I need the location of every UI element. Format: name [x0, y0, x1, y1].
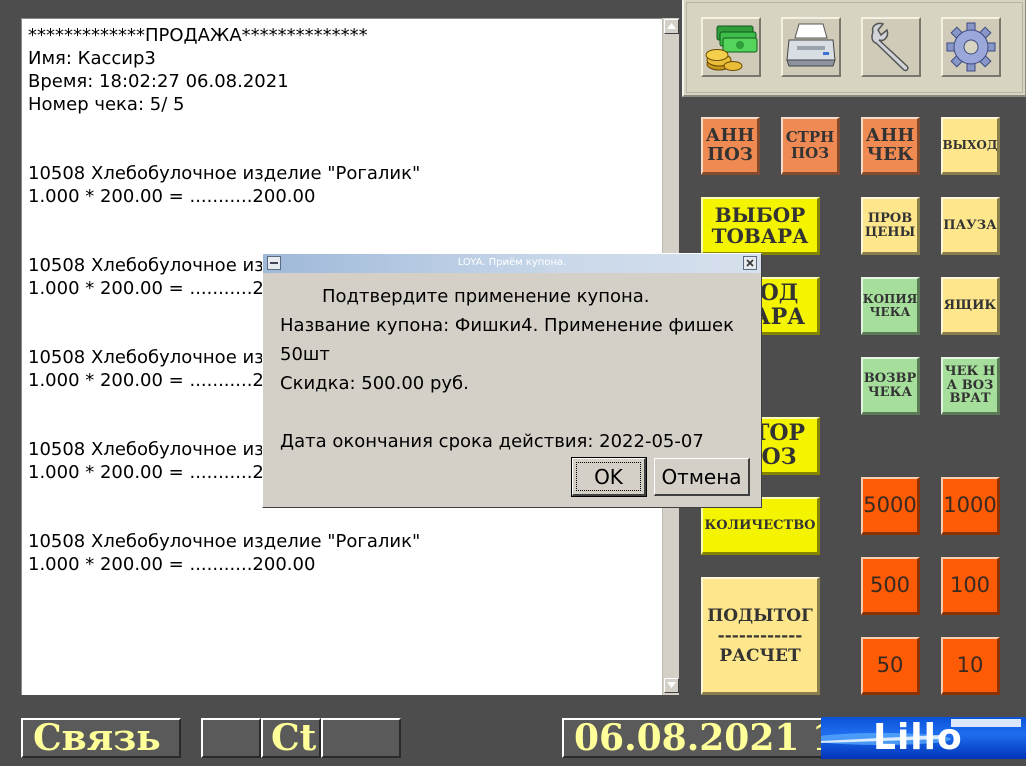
check-price-label: ПРОВ ЦЕНЫ: [864, 210, 916, 240]
reverse-position-button[interactable]: СТРН ПОЗ: [781, 117, 840, 175]
cancel-label: Отмена: [661, 464, 742, 489]
check-price-button[interactable]: ПРОВ ЦЕНЫ: [861, 197, 920, 255]
subtotal-button[interactable]: ПОДЫТОГ ------------ РАСЧЕТ: [701, 577, 820, 695]
bill-1000-label: 1000: [943, 493, 997, 518]
status-slot-3: Ct: [261, 718, 321, 758]
dialog-coupon-name: Название купона: Фишки4. Применение фише…: [280, 315, 734, 336]
bill-10-label: 10: [956, 653, 984, 678]
status-slot-3-label: Ct: [271, 718, 317, 758]
lillo-logo: Lillo: [821, 717, 1026, 759]
dialog-coupon-name-cont: 50шт: [280, 344, 330, 365]
wrench-icon: [871, 22, 909, 72]
dialog-spacer: [280, 398, 753, 427]
select-goods-button[interactable]: ВЫБОР ТОВАРА: [701, 197, 820, 255]
receipt-line: 1.000 * 200.00 = ...........200.00: [28, 554, 316, 575]
dialog-discount: Скидка: 500.00 руб.: [280, 373, 469, 394]
date-label: 06.08.2021 1: [574, 718, 826, 758]
receipt-line: 10508 Хлебобулочное изделие "Рогалик": [28, 163, 421, 184]
ok-label: OK: [594, 464, 623, 489]
cancel-position-label: АНН ПОЗ: [705, 124, 755, 165]
bill-500-button[interactable]: 500: [861, 557, 920, 615]
exit-label: ВЫХОД: [942, 138, 998, 153]
dialog-title: LOYA. Приём купона.: [457, 257, 567, 268]
drawer-label: ЯЩИК: [943, 297, 997, 313]
gear-icon: [946, 22, 996, 72]
subtotal-separator: ------------: [717, 625, 803, 646]
window-menu-icon[interactable]: [267, 256, 281, 270]
connection-status: Связь: [21, 718, 181, 758]
arrow-down-icon: [667, 682, 676, 688]
dialog-body: Подтвердите применение купона. Название …: [280, 282, 753, 456]
receipt-line: [28, 231, 658, 254]
cancel-button[interactable]: Отмена: [654, 458, 750, 496]
exit-button[interactable]: ВЫХОД: [941, 117, 1000, 175]
return-by-receipt-label: ЧЕК Н А ВОЗ ВРАТ: [944, 364, 996, 407]
return-by-receipt-button[interactable]: ЧЕК Н А ВОЗ ВРАТ: [941, 357, 1000, 415]
drawer-button[interactable]: ЯЩИК: [941, 277, 1000, 335]
receipt-line: Имя: Кассир3: [28, 48, 156, 69]
lillo-logo-text: Lillo: [873, 717, 963, 758]
copy-receipt-button[interactable]: КОПИЯ ЧЕКА: [861, 277, 920, 335]
reverse-position-label: СТРН ПОЗ: [785, 127, 835, 162]
payment-label: РАСЧЕТ: [719, 645, 801, 666]
cancel-receipt-label: АНН ЧЕК: [865, 124, 915, 165]
status-slot-4: [321, 718, 401, 758]
arrow-up-icon: [667, 23, 676, 29]
bill-100-button[interactable]: 100: [941, 557, 1000, 615]
subtotal-label: ПОДЫТОГ: [707, 605, 813, 626]
return-receipt-label: ВОЗВР ЧЕКА: [863, 370, 917, 400]
receipt-line: Номер чека: 5/ 5: [28, 94, 185, 115]
receipt-line: [28, 208, 658, 231]
cancel-position-button[interactable]: АНН ПОЗ: [701, 117, 760, 175]
bill-50-label: 50: [876, 653, 904, 678]
print-button[interactable]: [781, 17, 841, 77]
bill-5000-button[interactable]: 5000: [861, 477, 920, 535]
status-slot-2: [201, 718, 261, 758]
dialog-expiry: Дата окончания срока действия: 2022-05-0…: [280, 431, 704, 452]
coupon-dialog: LOYA. Приём купона. Подтвердите применен…: [262, 253, 762, 508]
pause-button[interactable]: ПАУЗА: [941, 197, 1000, 255]
receipt-line: 1.000 * 200.00 = ...........200.00: [28, 186, 316, 207]
service-button[interactable]: [861, 17, 921, 77]
connection-label: Связь: [33, 718, 161, 758]
money-icon: [705, 25, 758, 71]
receipt-line: [28, 116, 658, 139]
toolbar-panel: [682, 0, 1026, 97]
printer-icon: [786, 23, 836, 67]
date-status: 06.08.2021 1: [562, 718, 826, 758]
bill-5000-label: 5000: [863, 493, 917, 518]
scroll-down-button[interactable]: [664, 678, 679, 693]
receipt-line: Время: 18:02:27 06.08.2021: [28, 71, 289, 92]
quantity-label: КОЛИЧЕСТВО: [704, 517, 816, 533]
bill-50-button[interactable]: 50: [861, 637, 920, 695]
receipt-line: [28, 139, 658, 162]
receipt-line: *************ПРОДАЖА**************: [28, 25, 368, 46]
select-goods-label: ВЫБОР ТОВАРА: [711, 202, 809, 248]
copy-receipt-label: КОПИЯ ЧЕКА: [862, 291, 918, 319]
dialog-titlebar[interactable]: LOYA. Приём купона.: [263, 254, 761, 273]
receipt-line: 10508 Хлебобулочное изделие "Рогалик": [28, 531, 421, 552]
pause-label: ПАУЗА: [943, 217, 997, 233]
cash-button[interactable]: [701, 17, 761, 77]
bill-10-button[interactable]: 10: [941, 637, 1000, 695]
settings-button[interactable]: [941, 17, 1001, 77]
dialog-confirm-text: Подтвердите применение купона.: [322, 286, 650, 307]
scroll-up-button[interactable]: [664, 19, 679, 34]
cancel-receipt-button[interactable]: АНН ЧЕК: [861, 117, 920, 175]
close-icon[interactable]: [743, 256, 757, 270]
return-receipt-button[interactable]: ВОЗВР ЧЕКА: [861, 357, 920, 415]
bill-100-label: 100: [949, 573, 991, 598]
receipt-line: [28, 507, 658, 530]
ok-button[interactable]: OK: [571, 457, 647, 497]
bill-500-label: 500: [869, 573, 911, 598]
bill-1000-button[interactable]: 1000: [941, 477, 1000, 535]
